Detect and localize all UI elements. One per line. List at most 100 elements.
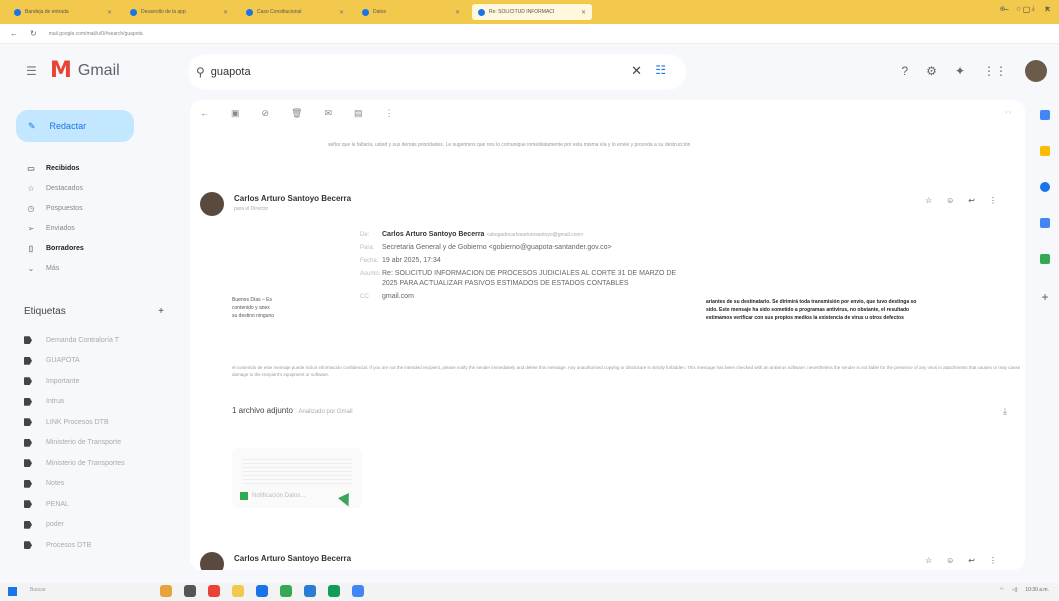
label-item[interactable]: Procesos DTB <box>24 535 174 556</box>
label-tag-icon <box>24 377 32 386</box>
taskbar-apps <box>160 585 364 597</box>
browser-tab[interactable]: Desarrollo de la app ✕ <box>124 4 234 20</box>
edge-icon[interactable] <box>256 585 268 597</box>
label-item[interactable]: Notes <box>24 474 174 495</box>
sidebar-item[interactable]: ➢ Enviados <box>20 218 180 238</box>
more-icon[interactable]: ⋮ <box>385 108 394 119</box>
calendar-icon[interactable] <box>1040 110 1050 120</box>
label-item[interactable]: Demanda Contraloría T <box>24 330 174 351</box>
body-left-snippet: Buenos Días – Es contenido y anex su desti… <box>232 296 342 320</box>
weather-app-icon[interactable] <box>160 585 172 597</box>
close-tab-icon[interactable]: ✕ <box>223 9 228 16</box>
recipient-line[interactable]: para el Director <box>234 206 268 212</box>
addon-icon[interactable] <box>1040 254 1050 264</box>
search-bar[interactable]: ⚲ ✕ ☷ <box>188 54 686 90</box>
file-explorer-icon[interactable] <box>232 585 244 597</box>
label-item[interactable]: poder <box>24 515 174 536</box>
account-avatar[interactable] <box>1025 60 1047 82</box>
gmail-logo[interactable]: M Gmail <box>50 58 120 83</box>
sender-avatar[interactable] <box>200 192 224 216</box>
label-item[interactable]: LINK Procesos DTB <box>24 412 174 433</box>
sender-avatar-2[interactable] <box>200 552 224 570</box>
search-icon[interactable]: ⚲ <box>196 65 205 79</box>
move-to-icon[interactable]: ▤ <box>354 108 363 119</box>
clear-search-icon[interactable]: ✕ <box>631 63 642 79</box>
zoom-icon[interactable]: ⊕ <box>1000 5 1006 13</box>
label-item[interactable]: Importante <box>24 371 174 392</box>
sidebar-item[interactable]: ◷ Pospuestos <box>20 198 180 218</box>
label-item[interactable]: Intrua <box>24 392 174 413</box>
close-tab-icon[interactable]: ✕ <box>455 9 460 16</box>
sender-name-2[interactable]: Carlos Arturo Santoyo Becerra <box>234 554 351 563</box>
compose-button[interactable]: ✎ Redactar <box>16 110 134 142</box>
help-icon[interactable]: ? <box>901 64 908 78</box>
browser-tabstrip: Bandeja de entrada ✕ Desarrollo de la app ✕… <box>0 0 1059 24</box>
word-icon[interactable] <box>304 585 316 597</box>
tray-clock[interactable]: 10:30 a.m. <box>1025 587 1049 593</box>
task-view-icon[interactable] <box>184 585 196 597</box>
chrome-icon[interactable] <box>280 585 292 597</box>
close-tab-icon[interactable]: ✕ <box>107 9 112 16</box>
archive-icon[interactable]: ▣ <box>231 108 240 119</box>
label-tag-icon <box>24 479 32 488</box>
keep-icon[interactable] <box>1040 146 1050 156</box>
browser-tab[interactable]: Caso Constitucional ✕ <box>240 4 350 20</box>
contacts-icon[interactable] <box>1040 218 1050 228</box>
browser-tab[interactable]: Re: SOLICITUD INFORMACI ✕ <box>472 4 592 20</box>
settings-icon[interactable]: ⚙ <box>926 64 937 78</box>
taskbar-search[interactable]: Buscar <box>30 587 46 593</box>
label-item[interactable]: GUAPOTA <box>24 351 174 372</box>
label-item[interactable]: PENAL <box>24 494 174 515</box>
back-to-list-icon[interactable]: ← <box>200 108 209 119</box>
sidebar-item[interactable]: ▯ Borradores <box>20 238 180 258</box>
fwd-sender-email[interactable]: <abogadocarlosarturosantoyo@gmail.com> <box>486 232 583 238</box>
sidebar-item[interactable]: ⌄ Más <box>20 258 180 278</box>
sidebar-item[interactable]: ☆ Destacados <box>20 178 180 198</box>
sender-name[interactable]: Carlos Arturo Santoyo Becerra <box>234 194 351 203</box>
excel-icon[interactable] <box>328 585 340 597</box>
fwd-sender: Carlos Arturo Santoyo Becerra <box>382 231 485 238</box>
star-message-icon[interactable]: ☆ <box>925 556 932 565</box>
close-tab-icon[interactable]: ✕ <box>581 9 586 16</box>
delete-icon[interactable]: 🗑 <box>291 108 302 119</box>
back-icon[interactable]: ← <box>10 29 18 38</box>
fwd-subject: Re: SOLICITUD INFORMACION DE PROCESOS JU… <box>382 270 677 287</box>
add-label-icon[interactable]: + <box>158 306 164 317</box>
label-item[interactable]: Ministerio de Transporte <box>24 433 174 454</box>
add-addon-icon[interactable]: + <box>1041 290 1048 304</box>
bookmark-star-icon[interactable]: ☆ <box>1015 5 1021 13</box>
tray-volume-icon[interactable]: ◁) <box>1012 587 1018 593</box>
tray-wifi-icon[interactable]: ◠ <box>999 587 1003 593</box>
download-icon[interactable]: ⤓ <box>1032 5 1035 13</box>
store-icon[interactable] <box>352 585 364 597</box>
reload-icon[interactable]: ↻ <box>30 29 37 38</box>
download-all-icon[interactable]: ⤓ <box>1003 406 1007 417</box>
search-input[interactable] <box>210 66 591 78</box>
close-tab-icon[interactable]: ✕ <box>339 9 344 16</box>
label-item[interactable]: Ministerio de Transportes <box>24 453 174 474</box>
gemini-icon[interactable]: ✦ <box>955 64 965 78</box>
url-field[interactable]: mail.google.com/mail/u/0/#search/guapota <box>49 31 143 37</box>
star-message-icon[interactable]: ☆ <box>925 196 932 205</box>
message-more-icon[interactable]: ⋮ <box>989 196 997 205</box>
browser-tab[interactable]: Datos ✕ <box>356 4 466 20</box>
reply-icon[interactable]: ↩ <box>968 196 975 205</box>
browser-tab[interactable]: Bandeja de entrada ✕ <box>8 4 118 20</box>
report-spam-icon[interactable]: ⊘ <box>262 108 270 119</box>
tasks-icon[interactable] <box>1040 182 1050 192</box>
sidebar-item[interactable]: ▭ Recibidos <box>20 158 180 178</box>
profile-icon[interactable]: ● <box>1045 5 1049 13</box>
star-icon: ☆ <box>27 183 35 193</box>
apps-grid-icon[interactable]: ⋮⋮ <box>983 64 1007 78</box>
reply-icon[interactable]: ↩ <box>968 556 975 565</box>
mark-unread-icon[interactable]: ✉ <box>325 108 333 119</box>
search-options-icon[interactable]: ☷ <box>655 63 666 77</box>
message-more-icon[interactable]: ⋮ <box>989 556 997 565</box>
emoji-react-icon[interactable]: ☺ <box>946 196 954 205</box>
windows-start-icon[interactable] <box>8 587 17 596</box>
app-icon-1[interactable] <box>208 585 220 597</box>
emoji-react-icon[interactable]: ☺ <box>946 556 954 565</box>
label-tag-icon <box>24 541 32 550</box>
menu-icon[interactable]: ☰ <box>26 64 37 78</box>
clock-icon: ◷ <box>27 203 35 213</box>
